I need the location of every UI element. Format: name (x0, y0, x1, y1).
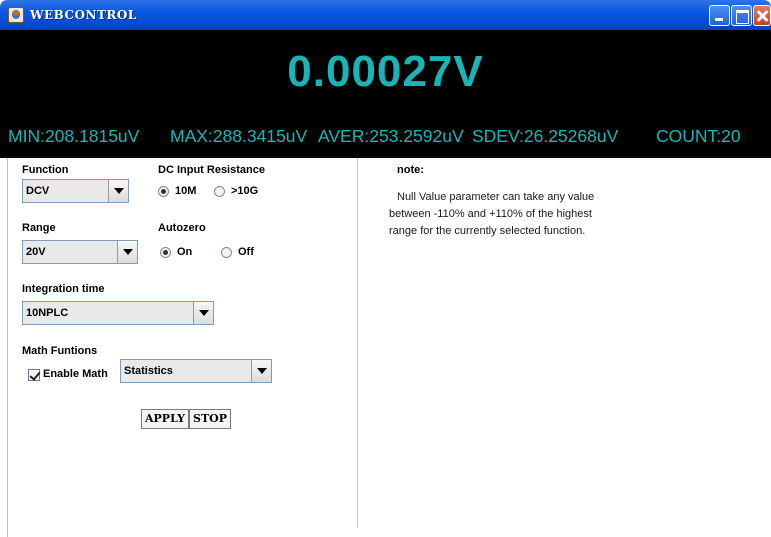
enable-math-checkbox[interactable] (28, 369, 40, 381)
function-select[interactable]: DCV (22, 179, 129, 203)
range-label: Range (22, 222, 56, 234)
note-line: between -110% and +110% of the highest (389, 208, 592, 220)
note-text: Null Value parameter can take any value … (389, 189, 651, 240)
radio-autozero-off[interactable] (221, 247, 232, 258)
minimize-icon[interactable] (709, 5, 730, 26)
integration-time-label: Integration time (22, 283, 105, 295)
math-function-select[interactable]: Statistics (120, 359, 272, 383)
radio-autozero-on-label: On (177, 246, 193, 258)
stat-aver: AVER:253.2592uV (318, 126, 464, 146)
stat-min: MIN:208.1815uV (8, 126, 140, 146)
apply-button[interactable]: APPLY (141, 409, 189, 429)
dc-input-resistance-label: DC Input Resistance (158, 164, 265, 176)
radio-autozero-off-label: Off (238, 246, 254, 258)
integration-time-value: 10NPLC (26, 307, 69, 319)
title-bar: WEBCONTROL (0, 0, 771, 30)
note-line: Null Value parameter can take any value (397, 191, 595, 203)
stat-count: COUNT:20 (656, 126, 741, 146)
panel-border (7, 158, 8, 537)
stat-max: MAX:288.3415uV (170, 126, 308, 146)
java-app-icon (8, 7, 24, 23)
math-function-value: Statistics (124, 365, 173, 377)
maximize-icon[interactable] (731, 5, 752, 26)
window-title: WEBCONTROL (30, 8, 137, 22)
chevron-down-icon[interactable] (193, 302, 213, 324)
note-title: note: (397, 164, 424, 176)
chevron-down-icon[interactable] (108, 180, 128, 202)
autozero-label: Autozero (158, 222, 206, 234)
radio-10g-label: >10G (231, 185, 259, 197)
panel-divider (357, 158, 358, 528)
function-value: DCV (26, 185, 50, 197)
main-reading: 0.00027V (287, 47, 484, 96)
stat-sdev: SDEV:26.25268uV (472, 126, 619, 146)
measurement-display: 0.00027V MIN:208.1815uV MAX:288.3415uV A… (0, 30, 771, 158)
note-line: range for the currently selected functio… (389, 225, 586, 237)
stop-button[interactable]: STOP (189, 409, 231, 429)
close-icon[interactable] (753, 5, 771, 26)
chevron-down-icon[interactable] (251, 360, 271, 382)
chevron-down-icon[interactable] (117, 241, 137, 263)
control-panel: Function DCV DC Input Resistance 10M >10… (0, 158, 357, 537)
radio-10m[interactable] (158, 186, 169, 197)
math-functions-label: Math Funtions (22, 345, 98, 357)
radio-autozero-on[interactable] (160, 247, 171, 258)
range-select[interactable]: 20V (22, 240, 138, 264)
range-value: 20V (26, 246, 46, 258)
radio-10g[interactable] (214, 186, 225, 197)
integration-time-select[interactable]: 10NPLC (22, 301, 214, 325)
function-label: Function (22, 164, 69, 176)
enable-math-label: Enable Math (43, 368, 108, 380)
radio-10m-label: 10M (175, 185, 197, 197)
